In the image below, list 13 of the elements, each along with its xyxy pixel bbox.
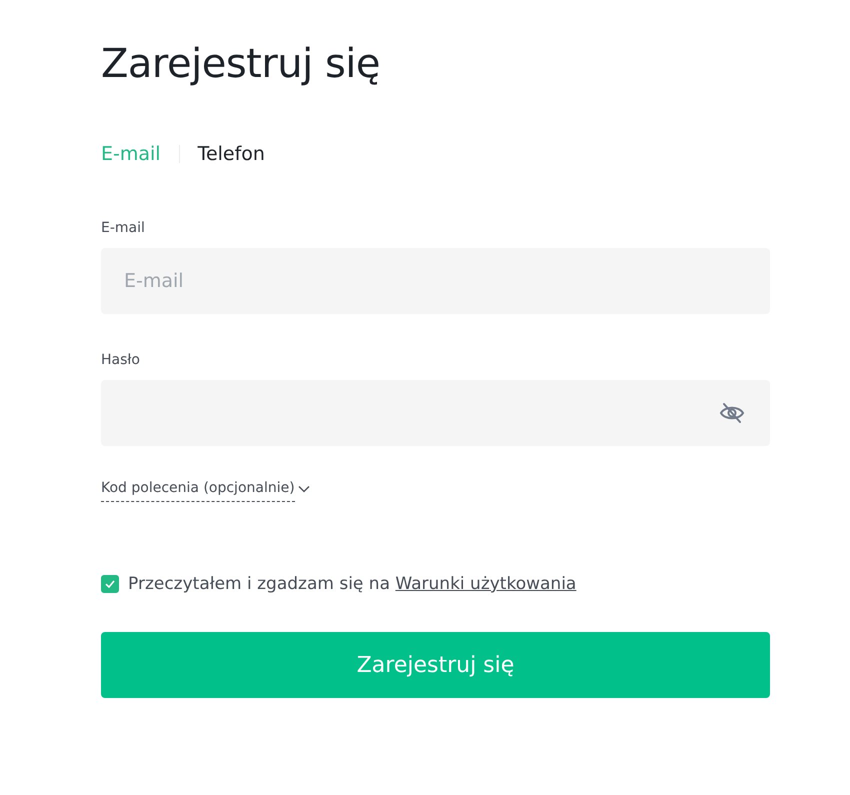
terms-link[interactable]: Warunki użytkowania: [395, 574, 576, 594]
check-icon: [104, 578, 116, 590]
referral-toggle[interactable]: Kod polecenia (opcjonalnie): [101, 479, 295, 502]
page-title: Zarejestruj się: [101, 40, 382, 89]
input-field[interactable]: E-mail: [101, 248, 770, 314]
field-label: Hasło: [101, 351, 141, 370]
checkbox[interactable]: [101, 575, 119, 593]
caret-icon[interactable]: [298, 484, 310, 492]
eye-slash-icon[interactable]: [718, 401, 746, 425]
tab[interactable]: Telefon: [198, 140, 265, 168]
agreement-text: Przeczytałem i zgadzam się na Warunki użytkowania: [128, 574, 576, 594]
field-label: E-mail: [101, 219, 146, 238]
input-field[interactable]: [101, 380, 770, 446]
